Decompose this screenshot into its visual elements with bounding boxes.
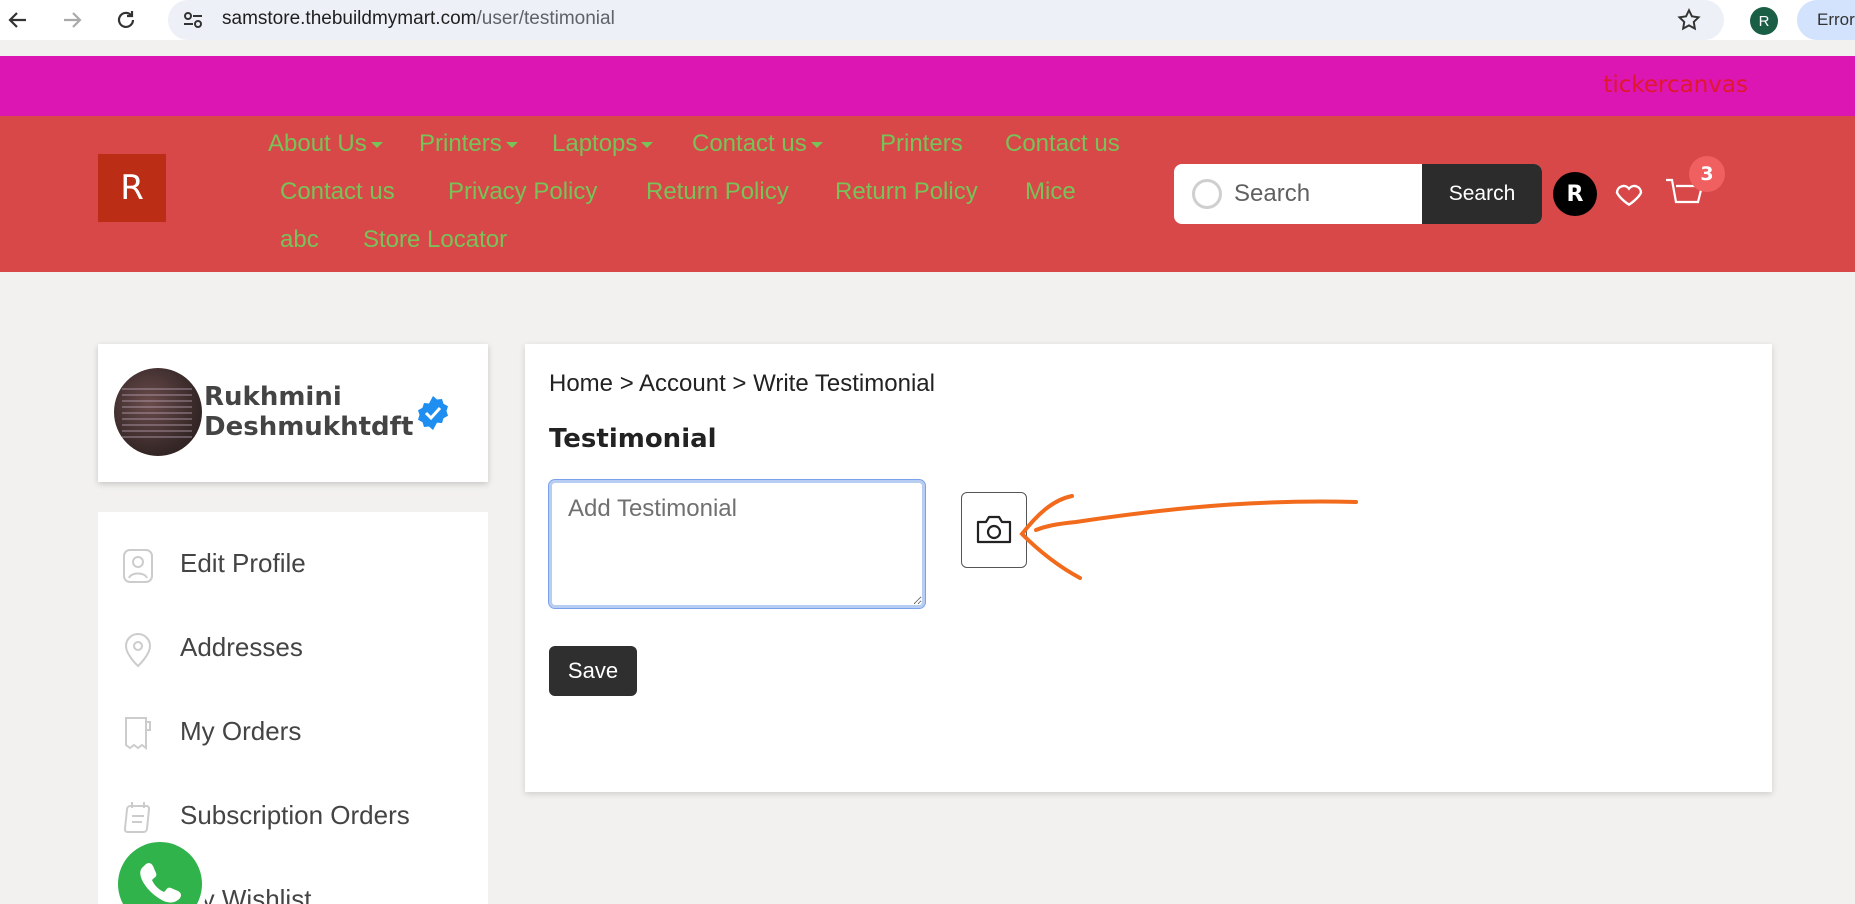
bookmark-star-icon[interactable] <box>1676 7 1702 37</box>
user-profile-icon <box>123 549 153 583</box>
menu-label: Subscription Orders <box>180 800 410 830</box>
search-button[interactable]: Search <box>1422 164 1542 224</box>
cart-count-badge: 3 <box>1689 156 1725 192</box>
breadcrumb: Home > Account > Write Testimonial <box>549 370 935 397</box>
menu-item-my-orders[interactable]: My Orders <box>98 702 488 762</box>
testimonial-textarea[interactable] <box>548 479 926 609</box>
nav-privacy-policy[interactable]: Privacy Policy <box>448 178 597 206</box>
chevron-down-icon <box>370 141 383 148</box>
url-text: samstore.thebuildmymart.com/user/testimo… <box>222 8 615 30</box>
profile-card: Rukhmini Deshmukhtdft <box>98 344 488 482</box>
nav-return-policy-2[interactable]: Return Policy <box>835 178 978 206</box>
nav-contact-us-dropdown[interactable]: Contact us <box>692 130 823 158</box>
annotation-arrow-icon <box>1019 494 1358 580</box>
profile-first-name: Rukhmini <box>204 382 342 412</box>
avatar <box>114 368 202 456</box>
profile-name: Rukhmini Deshmukhtdft <box>204 382 424 442</box>
nav-label: About Us <box>268 130 367 157</box>
nav-printers-dropdown[interactable]: Printers <box>419 130 518 158</box>
site-header: R About Us Printers Laptops Contact us P… <box>0 116 1855 272</box>
search-box: Search <box>1174 164 1542 224</box>
forward-icon[interactable] <box>58 6 86 34</box>
nav-about-us[interactable]: About Us <box>268 130 383 158</box>
receipt-icon <box>125 717 151 750</box>
profile-last-name: Deshmukhtdft <box>204 412 414 442</box>
verified-badge-icon <box>418 396 448 430</box>
chevron-down-icon <box>505 141 518 148</box>
nav-contact-us[interactable]: Contact us <box>1005 130 1120 158</box>
location-pin-icon <box>124 633 152 668</box>
nav-label: Contact us <box>692 130 807 157</box>
reload-icon[interactable] <box>112 6 140 34</box>
browser-profile-avatar[interactable]: R <box>1750 7 1778 35</box>
chevron-down-icon <box>810 141 823 148</box>
save-button[interactable]: Save <box>549 646 637 696</box>
nav-laptops[interactable]: Laptops <box>552 130 654 158</box>
nav-mice[interactable]: Mice <box>1025 178 1076 206</box>
nav-return-policy[interactable]: Return Policy <box>646 178 789 206</box>
search-input[interactable] <box>1234 164 1414 224</box>
nav-label: Printers <box>419 130 502 157</box>
url-domain: samstore.thebuildmymart.com <box>222 8 477 29</box>
menu-label: My Orders <box>180 716 302 746</box>
url-path: /user/testimonial <box>476 8 615 29</box>
nav-abc[interactable]: abc <box>280 226 319 254</box>
calendar-list-icon <box>123 802 151 833</box>
nav-label: Laptops <box>552 130 638 157</box>
camera-icon <box>976 515 1012 544</box>
nav-store-locator[interactable]: Store Locator <box>363 226 507 254</box>
ticker-bar: tickercanvas <box>0 56 1855 116</box>
page-title: Testimonial <box>549 424 717 454</box>
nav-printers[interactable]: Printers <box>880 130 963 158</box>
whatsapp-icon[interactable] <box>108 832 212 904</box>
error-chip[interactable]: Error <box>1797 0 1855 40</box>
wishlist-heart-icon[interactable] <box>1613 178 1645 210</box>
back-icon[interactable] <box>4 6 32 34</box>
site-logo[interactable]: R <box>98 154 166 222</box>
browser-toolbar: samstore.thebuildmymart.com/user/testimo… <box>0 0 1855 40</box>
menu-item-addresses[interactable]: Addresses <box>98 618 488 678</box>
menu-item-edit-profile[interactable]: Edit Profile <box>98 534 488 594</box>
menu-label: Edit Profile <box>180 548 306 578</box>
menu-label: Addresses <box>180 632 303 662</box>
user-avatar[interactable]: R <box>1553 172 1597 216</box>
search-icon <box>1192 179 1222 209</box>
chevron-down-icon <box>641 141 654 148</box>
nav-contact-us-2[interactable]: Contact us <box>280 178 395 206</box>
ticker-text: tickercanvas <box>1603 72 1748 98</box>
site-settings-icon[interactable] <box>182 10 204 34</box>
